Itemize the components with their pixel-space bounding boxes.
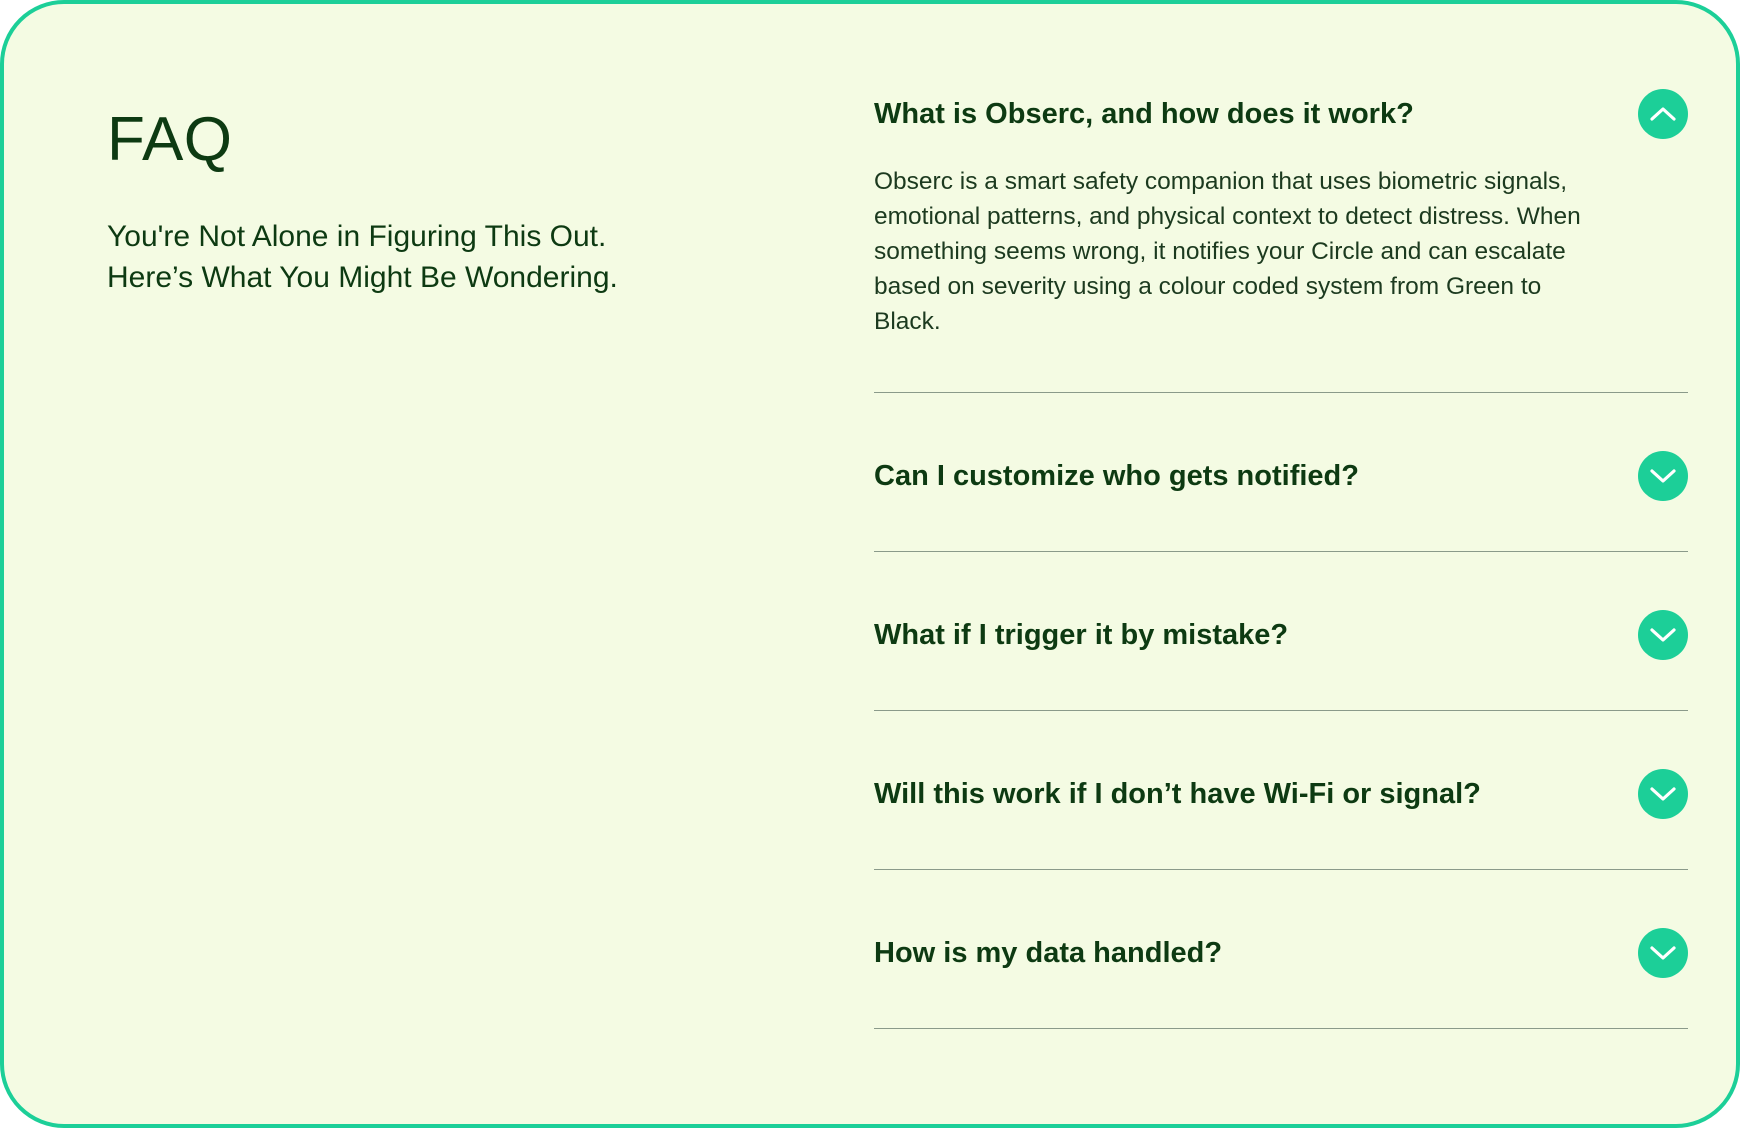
expand-button[interactable] bbox=[1638, 928, 1688, 978]
faq-question-toggle[interactable]: Can I customize who gets notified? bbox=[874, 448, 1688, 504]
faq-question: What is Obserc, and how does it work? bbox=[874, 98, 1414, 130]
faq-item: Can I customize who gets notified? bbox=[874, 393, 1688, 552]
expand-button[interactable] bbox=[1638, 610, 1688, 660]
faq-item: What is Obserc, and how does it work? Ob… bbox=[874, 86, 1688, 393]
expand-button[interactable] bbox=[1638, 451, 1688, 501]
faq-question: Can I customize who gets notified? bbox=[874, 460, 1359, 492]
faq-subtitle: You're Not Alone in Figuring This Out. H… bbox=[107, 216, 727, 298]
faq-item: How is my data handled? bbox=[874, 870, 1688, 1029]
collapse-button[interactable] bbox=[1638, 89, 1688, 139]
faq-answer: Obserc is a smart safety companion that … bbox=[874, 168, 1581, 335]
faq-subtitle-line-2: Here’s What You Might Be Wondering. bbox=[107, 261, 618, 294]
faq-subtitle-line-1: You're Not Alone in Figuring This Out. bbox=[107, 220, 607, 253]
faq-list: What is Obserc, and how does it work? Ob… bbox=[874, 86, 1688, 1029]
chevron-down-icon bbox=[1650, 469, 1676, 483]
faq-question-toggle[interactable]: Will this work if I don’t have Wi-Fi or … bbox=[874, 766, 1688, 822]
page-title: FAQ bbox=[107, 105, 233, 174]
chevron-up-icon bbox=[1650, 107, 1676, 121]
faq-card: FAQ You're Not Alone in Figuring This Ou… bbox=[0, 0, 1740, 1128]
faq-question: How is my data handled? bbox=[874, 937, 1223, 969]
faq-item: Will this work if I don’t have Wi-Fi or … bbox=[874, 711, 1688, 870]
faq-question: Will this work if I don’t have Wi-Fi or … bbox=[874, 778, 1481, 810]
faq-question-toggle[interactable]: What if I trigger it by mistake? bbox=[874, 607, 1688, 663]
faq-question-toggle[interactable]: How is my data handled? bbox=[874, 925, 1688, 981]
chevron-down-icon bbox=[1650, 628, 1676, 642]
faq-item: What if I trigger it by mistake? bbox=[874, 552, 1688, 711]
chevron-down-icon bbox=[1650, 946, 1676, 960]
faq-question: What if I trigger it by mistake? bbox=[874, 619, 1289, 651]
faq-intro: FAQ You're Not Alone in Figuring This Ou… bbox=[107, 104, 727, 298]
faq-question-toggle[interactable]: What is Obserc, and how does it work? bbox=[874, 86, 1688, 142]
expand-button[interactable] bbox=[1638, 769, 1688, 819]
chevron-down-icon bbox=[1650, 787, 1676, 801]
